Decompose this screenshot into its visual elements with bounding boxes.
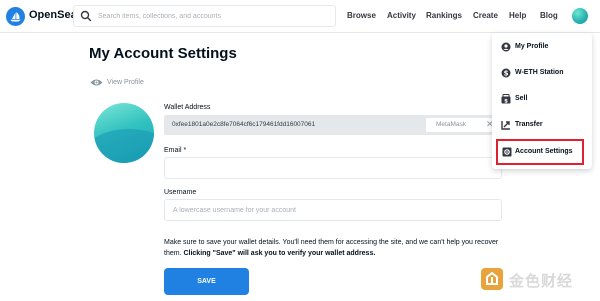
watermark-text: 金色财经 bbox=[509, 272, 574, 290]
watermark-logo-icon bbox=[481, 268, 503, 290]
username-field[interactable] bbox=[173, 204, 493, 216]
save-notice: Make sure to save your wallet details. Y… bbox=[164, 237, 504, 259]
nav-help[interactable]: Help bbox=[509, 11, 526, 20]
account-avatar[interactable] bbox=[572, 8, 588, 24]
settings-icon bbox=[502, 147, 512, 157]
top-nav: OpenSea Browse Activity Rankings Create … bbox=[0, 0, 600, 33]
wallet-address-field: 0xfee1801a0e2c8fe7064cf6c179461fdd160070… bbox=[164, 115, 502, 135]
nav-blog[interactable]: Blog bbox=[540, 11, 558, 20]
email-label: Email * bbox=[164, 147, 187, 154]
menu-item-weth-station[interactable]: $ W-ETH Station bbox=[492, 60, 592, 86]
email-field-box[interactable] bbox=[164, 157, 502, 179]
search-icon bbox=[80, 10, 92, 22]
email-field[interactable] bbox=[173, 162, 493, 174]
profile-avatar bbox=[94, 103, 154, 163]
wallet-provider-label: MetaMask bbox=[436, 121, 466, 128]
brand-name[interactable]: OpenSea bbox=[29, 9, 77, 21]
eye-icon bbox=[90, 79, 103, 86]
menu-item-account-settings[interactable]: Account Settings bbox=[496, 139, 584, 165]
save-notice-bold: Clicking "Save" will ask you to verify y… bbox=[183, 250, 376, 257]
sell-icon: $ bbox=[501, 94, 511, 104]
profile-icon bbox=[501, 42, 511, 52]
account-dropdown-menu: My Profile $ W-ETH Station $ Sell Transf… bbox=[492, 33, 592, 169]
save-button[interactable]: SAVE bbox=[164, 268, 249, 295]
view-profile-label: View Profile bbox=[107, 79, 144, 86]
menu-item-transfer[interactable]: Transfer bbox=[492, 112, 592, 138]
username-label: Username bbox=[164, 189, 197, 196]
svg-text:$: $ bbox=[504, 70, 509, 78]
page-title: My Account Settings bbox=[89, 45, 237, 62]
username-field-box[interactable] bbox=[164, 199, 502, 221]
menu-item-my-profile[interactable]: My Profile bbox=[492, 34, 592, 60]
nav-create[interactable]: Create bbox=[473, 11, 498, 20]
search-input[interactable] bbox=[98, 9, 328, 24]
transfer-icon bbox=[501, 121, 510, 130]
search-bar[interactable] bbox=[73, 5, 336, 27]
wallet-address-value: 0xfee1801a0e2c8fe7064cf6c179461fdd160070… bbox=[172, 121, 316, 128]
menu-item-sell[interactable]: $ Sell bbox=[492, 86, 592, 112]
nav-activity[interactable]: Activity bbox=[387, 11, 416, 20]
weth-icon: $ bbox=[501, 68, 511, 78]
nav-rankings[interactable]: Rankings bbox=[426, 11, 462, 20]
svg-text:$: $ bbox=[504, 99, 508, 104]
opensea-logo-icon[interactable] bbox=[6, 7, 25, 26]
wallet-address-label: Wallet Address bbox=[164, 104, 211, 111]
nav-browse[interactable]: Browse bbox=[347, 11, 376, 20]
wallet-provider-badge: MetaMask ✕ bbox=[426, 118, 500, 132]
